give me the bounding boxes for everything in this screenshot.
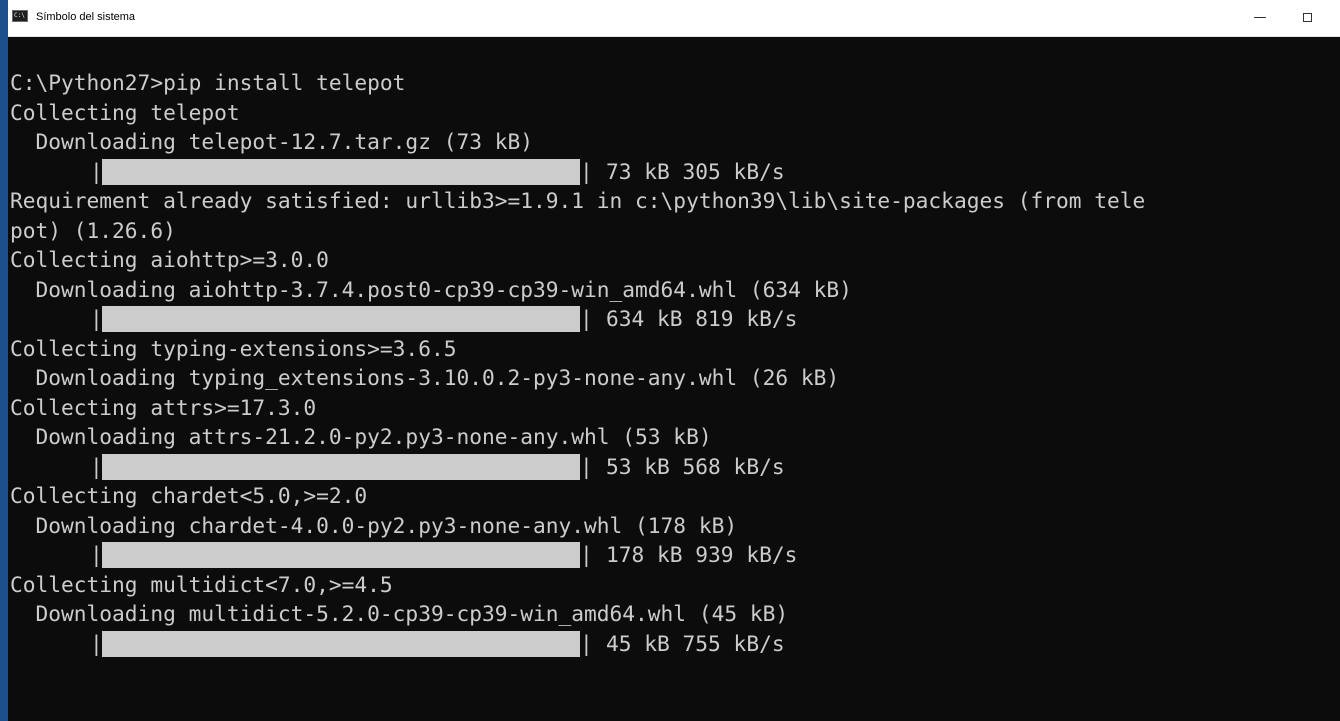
progress-bar-fill [102, 630, 580, 657]
console-line: C:\Python27>pip install telepot [10, 70, 406, 95]
progress-bar-right-edge: | [580, 158, 593, 184]
progress-bar-fill [102, 453, 580, 480]
progress-bar-left-edge: | [90, 306, 103, 331]
minimize-button[interactable]: — [1240, 8, 1280, 28]
console-line: Collecting attrs>=17.3.0 [10, 394, 317, 420]
progress-bar-fill [102, 306, 580, 332]
download-stats: 178 kB 939 kB/s [606, 542, 798, 567]
progress-bar-left-edge: | [90, 542, 103, 567]
command-prompt-window: C:\ Símbolo del sistema — C:\Python27>pi… [0, 0, 1340, 721]
progress-bar-fill [102, 158, 580, 185]
window-accent-edge [0, 0, 8, 721]
console-icon: C:\ [12, 10, 28, 22]
console-line: Downloading aiohttp-3.7.4.post0-cp39-cp3… [10, 276, 852, 302]
console-line: Downloading attrs-21.2.0-py2.py3-none-an… [10, 424, 712, 449]
window-title: Símbolo del sistema [36, 11, 136, 23]
console-line: Collecting aiohttp>=3.0.0 [10, 247, 329, 272]
download-stats: 73 kB 305 kB/s [606, 158, 785, 184]
console-line: Downloading typing_extensions-3.10.0.2-p… [10, 365, 840, 390]
download-stats: 634 kB 819 kB/s [606, 306, 798, 331]
console-line: Downloading multidict-5.2.0-cp39-cp39-wi… [10, 601, 789, 626]
console-output[interactable]: C:\Python27>pip install telepot Collectin… [10, 68, 1340, 718]
console-line: Collecting multidict<7.0,>=4.5 [10, 571, 393, 597]
progress-line: | | 178 kB 939 kB/s [10, 540, 1340, 570]
progress-line: | | 634 kB 819 kB/s [10, 304, 1340, 334]
progress-bar-left-edge: | [90, 630, 103, 656]
download-stats: 45 kB 755 kB/s [606, 630, 785, 656]
maximize-button[interactable] [1287, 8, 1327, 28]
console-line: pot) (1.26.6) [10, 217, 176, 243]
console-line: Collecting telepot [10, 99, 240, 125]
progress-line: | | 73 kB 305 kB/s [10, 157, 1340, 187]
title-bar[interactable]: C:\ Símbolo del sistema — [8, 0, 1340, 37]
maximize-icon [1302, 13, 1312, 22]
progress-bar-left-edge: | [90, 158, 103, 184]
progress-bar-left-edge: | [90, 453, 103, 479]
progress-bar-fill [102, 542, 580, 568]
console-line: Requirement already satisfied: urllib3>=… [10, 188, 1146, 213]
download-stats: 53 kB 568 kB/s [606, 453, 785, 479]
progress-line: | | 53 kB 568 kB/s [10, 452, 1340, 482]
progress-bar-right-edge: | [580, 306, 593, 331]
console-line: Collecting chardet<5.0,>=2.0 [10, 483, 368, 508]
progress-bar-right-edge: | [580, 630, 593, 656]
progress-bar-right-edge: | [580, 542, 593, 567]
console-line: Collecting typing-extensions>=3.6.5 [10, 335, 457, 361]
progress-bar-right-edge: | [580, 453, 593, 479]
progress-line: | | 45 kB 755 kB/s [10, 629, 1340, 659]
console-line: Downloading chardet-4.0.0-py2.py3-none-a… [10, 512, 738, 538]
console-line: Downloading telepot-12.7.tar.gz (73 kB) [10, 129, 534, 154]
